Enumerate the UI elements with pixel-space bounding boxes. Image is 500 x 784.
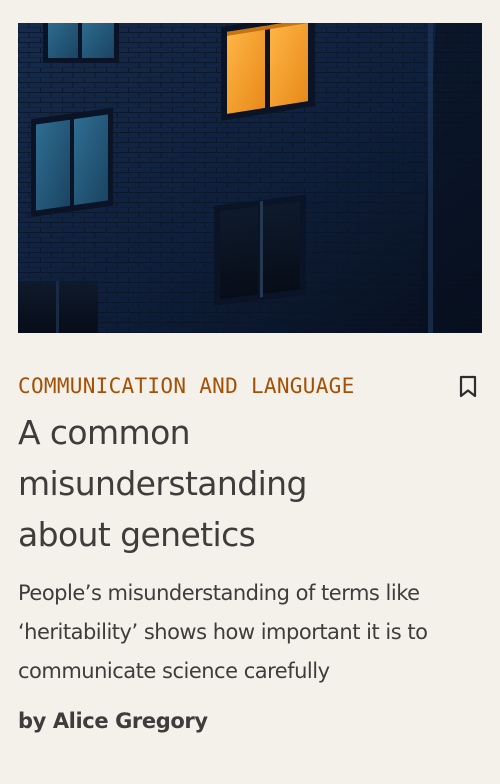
article-card[interactable]: COMMUNICATION AND LANGUAGE A common misu…: [18, 23, 482, 733]
article-category[interactable]: COMMUNICATION AND LANGUAGE: [18, 373, 355, 399]
article-meta-row: COMMUNICATION AND LANGUAGE: [18, 373, 482, 399]
bookmark-icon[interactable]: [458, 375, 478, 399]
article-title[interactable]: A common misunderstanding about genetics: [18, 407, 348, 560]
article-byline: by Alice Gregory: [18, 709, 208, 733]
article-hero-image[interactable]: [18, 23, 482, 333]
article-standfirst: People’s misunderstanding of terms like …: [18, 581, 428, 683]
